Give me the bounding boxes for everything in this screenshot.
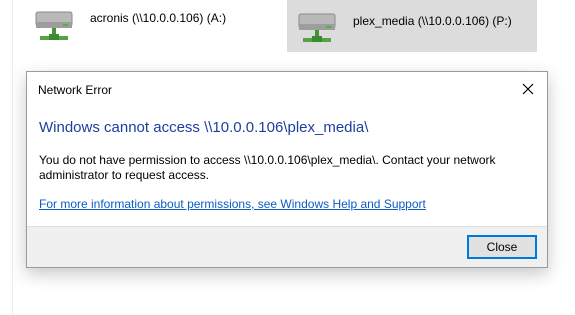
- dialog-titlebar: Network Error: [27, 72, 547, 106]
- navigation-pane-edge: [0, 0, 13, 315]
- drive-item-acronis[interactable]: acronis (\\10.0.0.106) (A:): [28, 0, 280, 52]
- network-error-dialog: Network Error Windows cannot access \\10…: [26, 71, 548, 268]
- drive-label: acronis (\\10.0.0.106) (A:): [90, 11, 227, 25]
- drive-label: plex_media (\\10.0.0.106) (P:): [353, 14, 512, 28]
- help-link[interactable]: For more information about permissions, …: [39, 197, 426, 211]
- dialog-footer: Close: [27, 226, 547, 267]
- main-instruction: Windows cannot access \\10.0.0.106\plex_…: [39, 119, 369, 136]
- dialog-title: Network Error: [38, 83, 113, 97]
- network-drive-icon: [32, 6, 76, 46]
- drive-item-plex-media[interactable]: plex_media (\\10.0.0.106) (P:): [287, 0, 537, 52]
- network-drive-icon: [295, 8, 339, 48]
- error-message: You do not have permission to access \\1…: [39, 153, 496, 182]
- close-icon[interactable]: [513, 76, 543, 102]
- close-button[interactable]: Close: [467, 235, 537, 259]
